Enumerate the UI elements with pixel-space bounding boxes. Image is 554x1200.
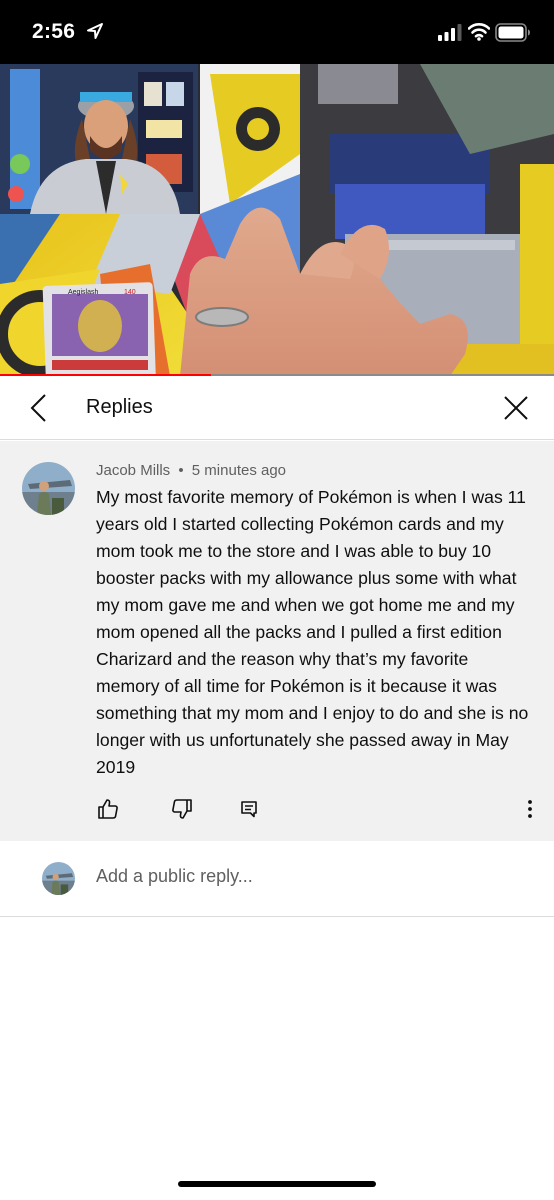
card-name-text: Aegislash	[68, 289, 98, 296]
wifi-icon	[468, 23, 490, 41]
reply-icon	[241, 801, 257, 818]
close-icon	[504, 396, 528, 420]
chevron-left-icon	[30, 394, 46, 422]
like-button[interactable]	[96, 797, 120, 821]
avatar[interactable]	[22, 462, 75, 515]
user-avatar-image	[42, 862, 75, 895]
video-progress-track[interactable]	[0, 374, 554, 376]
close-button[interactable]	[500, 392, 532, 424]
status-time: 2:56	[32, 20, 76, 43]
more-options-button[interactable]	[518, 797, 542, 821]
video-player[interactable]: Aegislash 140	[0, 64, 554, 376]
home-indicator[interactable]	[178, 1181, 376, 1187]
card-hp-text: 140	[124, 289, 136, 296]
replies-header: Replies	[0, 377, 554, 440]
status-bar: 2:56	[0, 0, 554, 64]
thumbs-up-icon	[98, 799, 118, 819]
comment-text: My most favorite memory of Pokémon is wh…	[96, 487, 529, 777]
thumbs-down-icon	[172, 799, 192, 819]
reply-input[interactable]: Add a public reply...	[96, 866, 253, 887]
location-arrow-icon	[87, 23, 103, 39]
comment-thread: Jacob Mills • 5 minutes ago My most favo…	[0, 441, 554, 841]
replies-title: Replies	[86, 396, 153, 418]
more-vert-icon	[528, 800, 532, 818]
author-avatar-image	[22, 462, 75, 515]
battery-icon	[495, 23, 530, 42]
comment-time: 5 minutes ago	[191, 462, 287, 479]
dislike-button[interactable]	[170, 797, 194, 821]
video-thumbnail: Aegislash 140	[0, 64, 554, 376]
add-reply-bar[interactable]: Add a public reply...	[0, 842, 554, 917]
comment-meta: Jacob Mills • 5 minutes ago	[96, 462, 286, 479]
cellular-signal-icon	[438, 24, 462, 41]
video-progress-fill	[0, 374, 211, 376]
reply-button[interactable]	[237, 797, 261, 821]
back-button[interactable]	[22, 391, 54, 425]
comment-author[interactable]: Jacob Mills	[96, 462, 170, 479]
avatar	[42, 862, 75, 895]
meta-separator: •	[178, 462, 184, 479]
